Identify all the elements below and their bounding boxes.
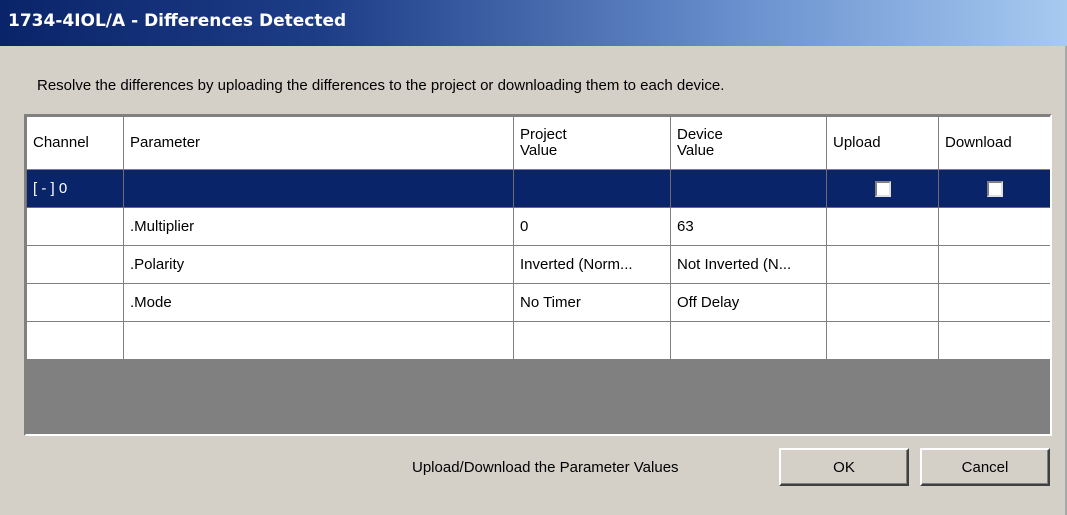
- project-value-cell: 0: [513, 207, 671, 246]
- channel-cell: [26, 245, 124, 284]
- download-cell: [938, 283, 1050, 322]
- table-row[interactable]: [26, 321, 1050, 360]
- upload-cell: [826, 169, 939, 208]
- device-value-cell: [670, 321, 827, 360]
- device-value-cell: Off Delay: [670, 283, 827, 322]
- table-row[interactable]: .Multiplier 0 63: [26, 207, 1050, 246]
- differences-dialog: 1734-4IOL/A - Differences Detected Resol…: [0, 0, 1067, 515]
- column-header-project-value[interactable]: Project Value: [513, 116, 671, 170]
- expand-collapse-channel-cell[interactable]: [ - ] 0: [26, 169, 124, 208]
- column-header-upload[interactable]: Upload: [826, 116, 939, 170]
- column-header-channel[interactable]: Channel: [26, 116, 124, 170]
- project-value-cell: [513, 169, 671, 208]
- table-row[interactable]: .Mode No Timer Off Delay: [26, 283, 1050, 322]
- parameter-cell: .Multiplier: [123, 207, 514, 246]
- device-value-cell: 63: [670, 207, 827, 246]
- upload-cell: [826, 321, 939, 360]
- channel-cell: [26, 207, 124, 246]
- channel-cell: [26, 283, 124, 322]
- column-header-parameter[interactable]: Parameter: [123, 116, 514, 170]
- project-value-cell: [513, 321, 671, 360]
- download-cell: [938, 245, 1050, 284]
- parameter-cell: .Mode: [123, 283, 514, 322]
- differences-table: Channel Parameter Project Value Device V…: [26, 116, 1050, 360]
- upload-cell: [826, 245, 939, 284]
- cancel-button[interactable]: Cancel: [920, 448, 1050, 486]
- download-checkbox[interactable]: [987, 181, 1003, 198]
- parameter-cell: [123, 321, 514, 360]
- upload-checkbox[interactable]: [874, 181, 891, 198]
- column-header-download[interactable]: Download: [938, 116, 1050, 170]
- ok-button[interactable]: OK: [779, 448, 909, 486]
- window-title: 1734-4IOL/A - Differences Detected: [8, 11, 347, 31]
- download-cell: [938, 169, 1050, 208]
- parameter-cell: [123, 169, 514, 208]
- project-value-cell: No Timer: [513, 283, 671, 322]
- instructions-text: Resolve the differences by uploading the…: [37, 77, 725, 94]
- upload-cell: [826, 283, 939, 322]
- table-row-channel-0[interactable]: [ - ] 0: [26, 169, 1050, 208]
- device-value-cell: Not Inverted (N...: [670, 245, 827, 284]
- download-cell: [938, 321, 1050, 360]
- upload-cell: [826, 207, 939, 246]
- differences-grid: Channel Parameter Project Value Device V…: [24, 114, 1052, 436]
- device-value-header-label: Device Value: [677, 126, 723, 159]
- channel-cell: [26, 321, 124, 360]
- title-bar[interactable]: 1734-4IOL/A - Differences Detected: [0, 0, 1067, 46]
- project-value-cell: Inverted (Norm...: [513, 245, 671, 284]
- device-value-cell: [670, 169, 827, 208]
- header-row: Channel Parameter Project Value Device V…: [26, 116, 1050, 170]
- column-header-device-value[interactable]: Device Value: [670, 116, 827, 170]
- table-row[interactable]: .Polarity Inverted (Norm... Not Inverted…: [26, 245, 1050, 284]
- upload-download-label: Upload/Download the Parameter Values: [412, 459, 679, 476]
- project-value-header-label: Project Value: [520, 126, 567, 159]
- download-cell: [938, 207, 1050, 246]
- parameter-cell: .Polarity: [123, 245, 514, 284]
